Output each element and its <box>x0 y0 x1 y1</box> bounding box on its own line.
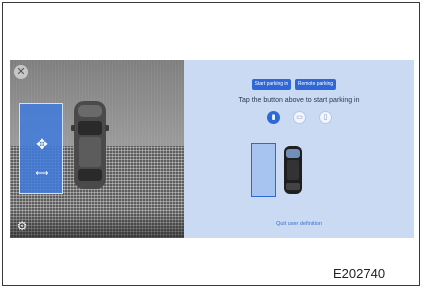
parking-mode-2-icon[interactable]: ▭ <box>293 111 306 124</box>
rotate-icon[interactable]: ⟷ <box>33 168 51 178</box>
parking-slot-selector[interactable]: ✥ ⟷ <box>19 103 63 194</box>
camera-view[interactable]: ✕ ⚙ ✥ ⟷ <box>10 60 184 238</box>
parking-mode-1-icon[interactable]: ▮ <box>267 111 280 124</box>
figure-frame: ✕ ⚙ ✥ ⟷ Start parking in Remote parking … <box>2 2 420 286</box>
gear-icon[interactable]: ⚙ <box>15 219 29 233</box>
parked-car-image <box>71 101 109 189</box>
instruction-text: Tap the button above to start parking in <box>238 97 360 104</box>
shadow-overlay <box>10 210 184 238</box>
close-icon[interactable]: ✕ <box>14 65 28 79</box>
start-parking-button[interactable]: Start parking in <box>252 79 291 90</box>
figure-code: E202740 <box>333 266 386 281</box>
vehicle-preview-icon <box>284 146 302 194</box>
quit-user-definition-link[interactable]: Quit user definition <box>184 221 414 227</box>
parking-control-panel: Start parking in Remote parking Tap the … <box>184 60 414 238</box>
move-arrows-icon[interactable]: ✥ <box>34 136 50 152</box>
parking-screen: ✕ ⚙ ✥ ⟷ Start parking in Remote parking … <box>10 60 414 238</box>
remote-parking-button[interactable]: Remote parking <box>295 79 336 90</box>
target-slot-preview <box>251 143 276 197</box>
parking-mode-3-icon[interactable]: ▯ <box>319 111 332 124</box>
